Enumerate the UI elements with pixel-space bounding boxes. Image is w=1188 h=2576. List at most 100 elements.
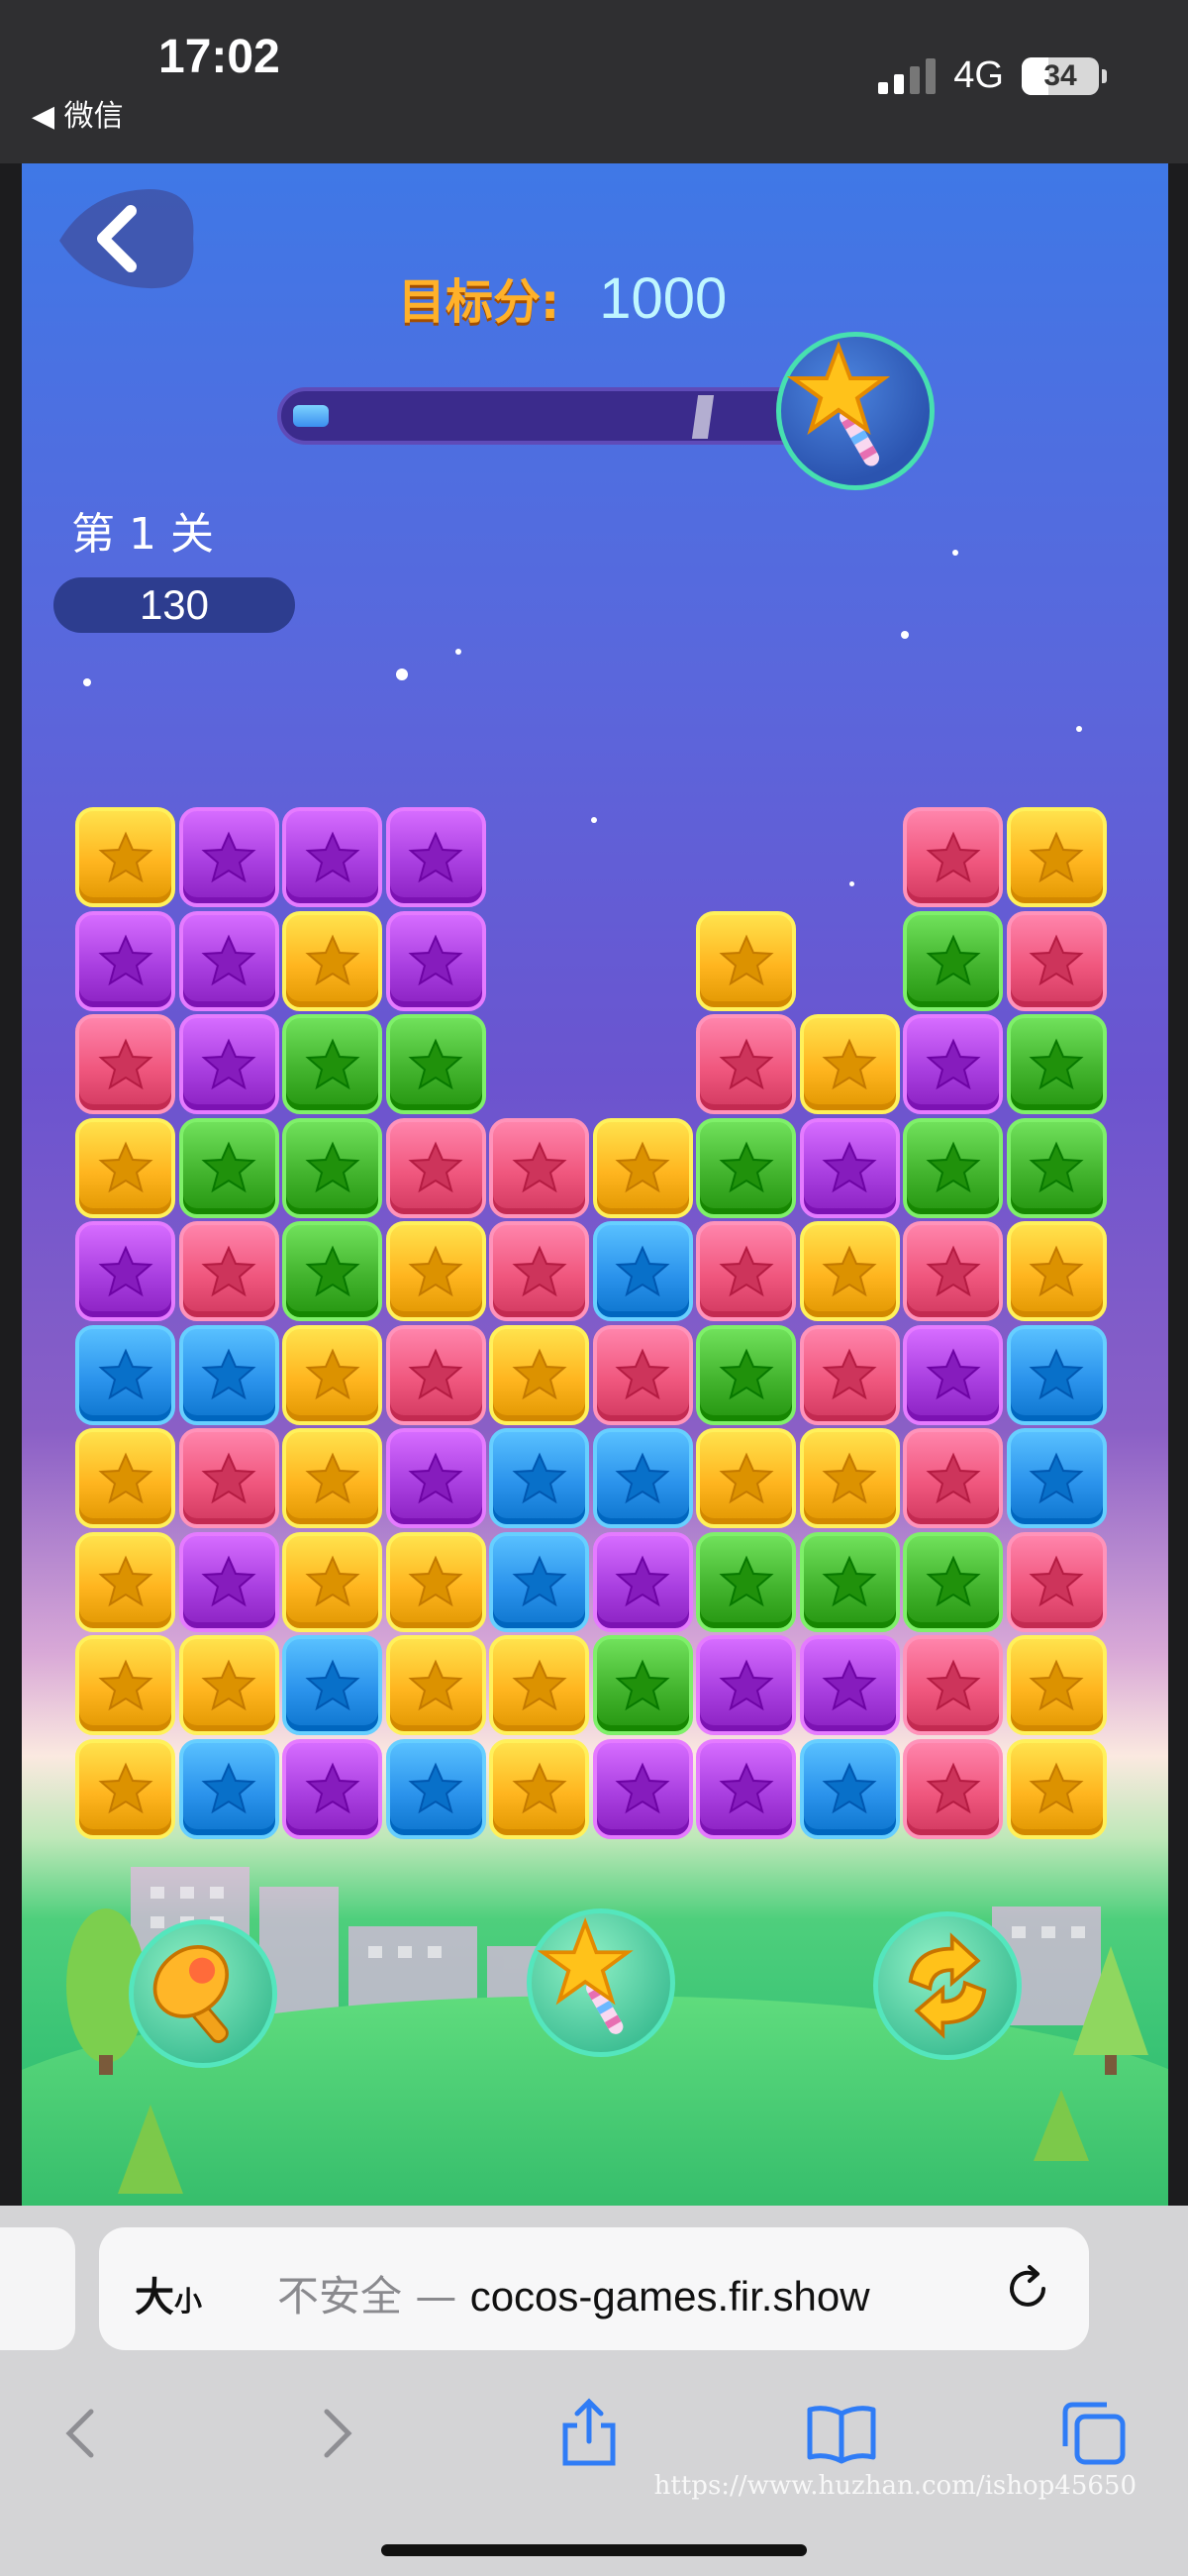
home-indicator[interactable] [381,2544,807,2556]
star-block-blue[interactable] [592,1221,693,1321]
star-block-purple[interactable] [75,1221,175,1321]
star-block-blue[interactable] [282,1635,382,1735]
star-block-yellow[interactable] [1006,1738,1107,1839]
star-block-yellow[interactable] [489,1635,589,1735]
star-block-red[interactable] [799,1324,900,1425]
star-block-blue[interactable] [592,1428,693,1528]
star-block-red[interactable] [903,1428,1003,1528]
star-block-yellow[interactable] [75,1635,175,1735]
star-block-yellow[interactable] [1006,1221,1107,1321]
browser-forward-button[interactable] [293,2389,382,2478]
star-block-blue[interactable] [75,1324,175,1425]
star-block-blue[interactable] [1006,1324,1107,1425]
star-block-red[interactable] [592,1324,693,1425]
star-block-yellow[interactable] [75,1117,175,1218]
star-block-red[interactable] [385,1324,486,1425]
previous-tab[interactable] [0,2227,75,2350]
star-block-red[interactable] [178,1221,279,1321]
star-block-purple[interactable] [799,1117,900,1218]
back-to-wechat[interactable]: ◀ 微信 [32,91,124,135]
star-block-purple[interactable] [903,1324,1003,1425]
star-block-yellow[interactable] [799,1014,900,1114]
star-block-green[interactable] [903,1531,1003,1632]
star-block-purple[interactable] [385,1428,486,1528]
star-block-green[interactable] [799,1531,900,1632]
star-block-yellow[interactable] [385,1635,486,1735]
star-block-purple[interactable] [385,807,486,907]
star-block-green[interactable] [1006,1014,1107,1114]
star-block-yellow[interactable] [282,910,382,1011]
star-block-blue[interactable] [1006,1428,1107,1528]
star-block-yellow[interactable] [592,1117,693,1218]
star-block-red[interactable] [696,1014,796,1114]
star-block-yellow[interactable] [799,1428,900,1528]
star-block-red[interactable] [178,1428,279,1528]
star-block-blue[interactable] [489,1428,589,1528]
star-block-purple[interactable] [799,1635,900,1735]
tabs-button[interactable] [1049,2389,1138,2478]
star-block-red[interactable] [696,1221,796,1321]
star-block-purple[interactable] [592,1738,693,1839]
star-block-purple[interactable] [178,807,279,907]
star-block-green[interactable] [696,1531,796,1632]
star-block-blue[interactable] [178,1324,279,1425]
star-block-green[interactable] [282,1117,382,1218]
star-block-yellow[interactable] [385,1221,486,1321]
star-block-red[interactable] [75,1014,175,1114]
star-block-green[interactable] [385,1014,486,1114]
star-block-green[interactable] [696,1324,796,1425]
magic-wand-tool-button[interactable] [527,1908,675,2057]
star-block-purple[interactable] [178,1014,279,1114]
star-block-blue[interactable] [489,1531,589,1632]
star-block-yellow[interactable] [282,1531,382,1632]
star-block-yellow[interactable] [75,1738,175,1839]
star-block-yellow[interactable] [696,910,796,1011]
star-block-red[interactable] [903,1738,1003,1839]
text-size-button[interactable]: 大小 [135,2265,202,2322]
star-block-purple[interactable] [282,807,382,907]
star-block-green[interactable] [1006,1117,1107,1218]
star-block-red[interactable] [903,807,1003,907]
star-block-yellow[interactable] [799,1221,900,1321]
star-block-yellow[interactable] [178,1635,279,1735]
star-block-purple[interactable] [592,1531,693,1632]
star-block-green[interactable] [903,910,1003,1011]
star-block-green[interactable] [178,1117,279,1218]
star-block-green[interactable] [282,1221,382,1321]
star-block-red[interactable] [903,1221,1003,1321]
star-block-purple[interactable] [696,1635,796,1735]
star-block-yellow[interactable] [282,1428,382,1528]
shuffle-tool-button[interactable] [873,1911,1022,2060]
star-block-green[interactable] [903,1117,1003,1218]
star-block-blue[interactable] [799,1738,900,1839]
star-block-purple[interactable] [178,1531,279,1632]
browser-back-button[interactable] [36,2389,125,2478]
star-block-red[interactable] [1006,1531,1107,1632]
star-block-yellow[interactable] [696,1428,796,1528]
star-block-yellow[interactable] [75,1531,175,1632]
star-block-green[interactable] [696,1117,796,1218]
star-block-purple[interactable] [385,910,486,1011]
star-block-yellow[interactable] [75,807,175,907]
star-block-red[interactable] [385,1117,486,1218]
star-block-blue[interactable] [385,1738,486,1839]
star-block-purple[interactable] [178,910,279,1011]
star-block-yellow[interactable] [1006,807,1107,907]
star-block-purple[interactable] [903,1014,1003,1114]
star-block-purple[interactable] [696,1738,796,1839]
star-block-red[interactable] [489,1117,589,1218]
star-block-yellow[interactable] [489,1738,589,1839]
star-block-red[interactable] [489,1221,589,1321]
bookmarks-button[interactable] [797,2389,886,2478]
back-button[interactable] [50,181,198,295]
star-block-yellow[interactable] [385,1531,486,1632]
star-block-purple[interactable] [75,910,175,1011]
hammer-tool-button[interactable] [129,1919,277,2068]
star-block-yellow[interactable] [489,1324,589,1425]
star-block-yellow[interactable] [75,1428,175,1528]
reload-icon[interactable] [1000,2261,1055,2317]
star-block-purple[interactable] [282,1738,382,1839]
address-bar[interactable]: 大小 不安全 — cocos-games.fir.show [99,2227,1089,2350]
star-block-blue[interactable] [178,1738,279,1839]
star-block-yellow[interactable] [1006,1635,1107,1735]
